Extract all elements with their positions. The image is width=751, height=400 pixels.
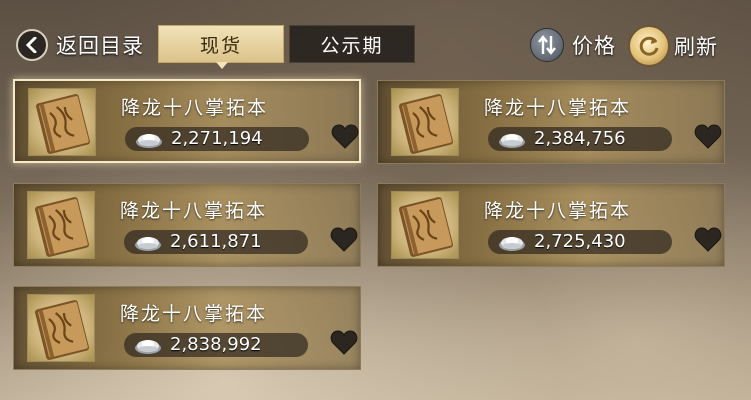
back-arrow-icon [16,29,48,61]
heart-icon[interactable] [330,329,358,356]
price-value: 2,271,194 [171,128,263,149]
silver-ingot-icon [499,237,525,251]
refresh-button[interactable]: 刷新 [628,25,718,67]
price-value: 2,725,430 [534,231,626,252]
book-item-icon [28,88,96,156]
listing-card[interactable]: 降龙十八掌拓本 2,725,430 [377,183,725,267]
tab-pointer-icon [216,62,228,69]
item-name: 降龙十八掌拓本 [120,200,268,222]
silver-ingot-icon [135,237,161,251]
item-name: 降龙十八掌拓本 [121,97,269,119]
sort-arrows-icon [530,28,564,62]
tab-public-notice[interactable]: 公示期 [289,25,415,63]
price-pill: 2,611,871 [124,230,308,254]
silver-ingot-icon [136,134,162,148]
price-value: 2,384,756 [534,128,626,149]
tab-public-notice-label: 公示期 [320,34,384,57]
item-name: 降龙十八掌拓本 [484,200,632,222]
heart-icon[interactable] [694,226,722,253]
price-sort-label: 价格 [572,34,616,58]
tab-in-stock-label: 现货 [199,34,242,57]
silver-ingot-icon [499,134,525,148]
item-name: 降龙十八掌拓本 [484,97,632,119]
price-sort-button[interactable]: 价格 [530,28,616,62]
market-tabs: 现货 公示期 [158,25,415,69]
refresh-label: 刷新 [674,35,718,59]
heart-icon[interactable] [330,226,358,253]
heart-icon[interactable] [694,123,722,150]
book-item-icon [27,294,95,362]
price-pill: 2,271,194 [125,127,309,151]
item-name: 降龙十八掌拓本 [120,303,268,325]
price-value: 2,838,992 [170,334,262,355]
price-pill: 2,725,430 [488,230,672,254]
book-item-icon [391,191,459,259]
top-bar: 返回目录 现货 公示期 价格 刷新 [0,0,751,69]
refresh-icon [628,25,670,67]
heart-icon[interactable] [331,123,359,150]
book-item-icon [27,191,95,259]
listing-card[interactable]: 降龙十八掌拓本 2,838,992 [13,286,361,370]
price-pill: 2,384,756 [488,127,672,151]
back-to-catalog-button[interactable]: 返回目录 [16,28,154,62]
book-item-icon [391,88,459,156]
listing-card[interactable]: 降龙十八掌拓本 2,611,871 [13,183,361,267]
listing-card[interactable]: 降龙十八掌拓本 2,271,194 [13,79,361,163]
silver-ingot-icon [135,340,161,354]
price-pill: 2,838,992 [124,333,308,357]
price-value: 2,611,871 [170,231,262,252]
tab-in-stock[interactable]: 现货 [158,25,284,69]
listing-card[interactable]: 降龙十八掌拓本 2,384,756 [377,80,725,164]
back-label: 返回目录 [56,34,144,58]
